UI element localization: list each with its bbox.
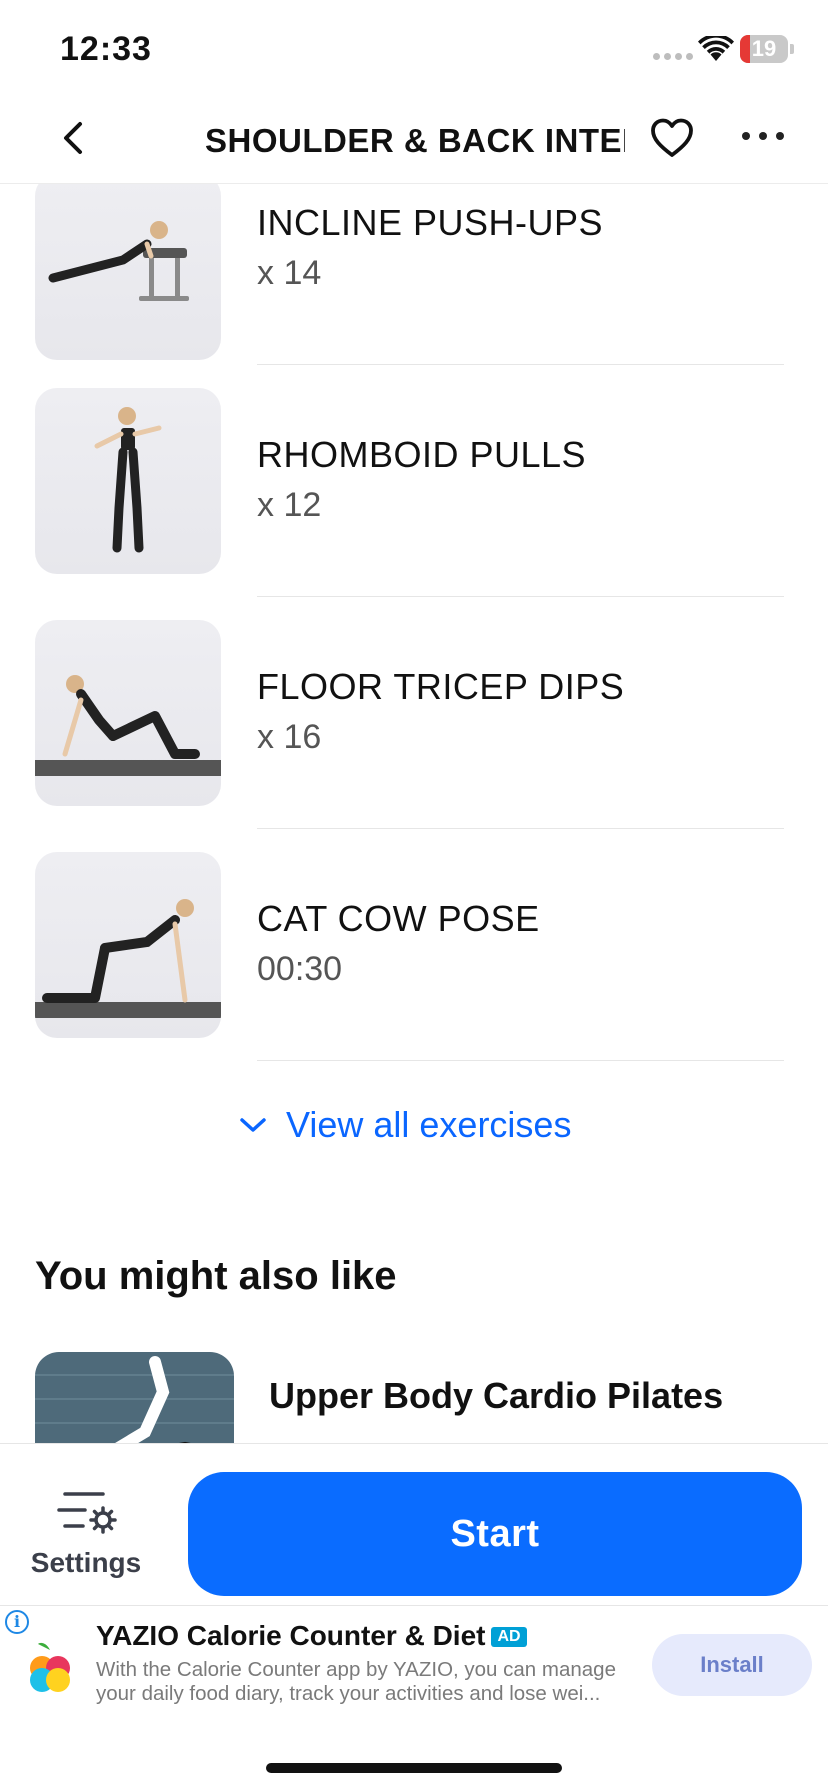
exercise-name: RHOMBOID PULLS — [257, 434, 587, 475]
home-indicator[interactable] — [266, 1763, 562, 1773]
exercise-thumbnail — [35, 388, 221, 574]
exercise-name: CAT COW POSE — [257, 898, 540, 939]
exercise-thumbnail — [35, 852, 221, 1038]
exercise-item[interactable]: RHOMBOID PULLS x 12 — [0, 388, 828, 620]
recommendation-title[interactable]: Upper Body Cardio Pilates — [269, 1375, 723, 1417]
chevron-down-icon — [240, 1118, 266, 1132]
settings-button[interactable]: Settings — [22, 1484, 150, 1584]
exercise-reps: 00:30 — [257, 950, 343, 988]
wifi-icon — [698, 36, 734, 61]
status-time: 12:33 — [60, 30, 152, 68]
exercise-reps: x 14 — [257, 254, 322, 292]
exercise-item[interactable]: INCLINE PUSH-UPS x 14 — [0, 174, 828, 416]
exercise-name: FLOOR TRICEP DIPS — [257, 666, 625, 707]
settings-list-icon — [57, 1492, 117, 1534]
settings-label: Settings — [30, 1547, 142, 1578]
navigation-bar: SHOULDER & BACK INTER... — [0, 96, 828, 184]
battery-level: 19 — [751, 36, 777, 61]
ad-badge: AD — [491, 1627, 527, 1647]
start-button[interactable]: Start — [188, 1472, 802, 1596]
exercise-reps: x 12 — [257, 486, 322, 524]
ad-description: With the Calorie Counter app by YAZIO, y… — [96, 1658, 616, 1705]
divider — [257, 1060, 784, 1061]
cellular-signal-icon — [653, 53, 693, 60]
ad-banner[interactable]: i YAZIO Calorie Counter & Diet AD With th… — [0, 1605, 828, 1735]
battery-icon: 19 — [740, 35, 788, 63]
exercise-reps: x 16 — [257, 718, 322, 756]
exercise-thumbnail — [35, 174, 221, 360]
status-bar: 12:33 19 — [0, 0, 828, 96]
install-button[interactable]: Install — [652, 1634, 812, 1696]
exercise-thumbnail — [35, 620, 221, 806]
divider — [257, 828, 784, 829]
divider — [257, 364, 784, 365]
section-title: You might also like — [35, 1254, 397, 1298]
ellipsis-icon[interactable] — [742, 126, 790, 146]
heart-icon[interactable] — [648, 114, 696, 162]
chevron-left-icon[interactable] — [52, 116, 96, 160]
divider — [257, 596, 784, 597]
ad-title-text: YAZIO Calorie Counter & Diet — [96, 1620, 486, 1651]
exercise-name: INCLINE PUSH-UPS — [257, 202, 604, 243]
info-icon[interactable]: i — [5, 1610, 29, 1634]
yazio-logo-icon — [30, 1642, 70, 1692]
bottom-action-bar: Settings Start — [0, 1443, 828, 1605]
page-title: SHOULDER & BACK INTER... — [205, 122, 625, 159]
exercise-item[interactable]: CAT COW POSE 00:30 — [0, 852, 828, 1084]
view-all-label: View all exercises — [286, 1104, 572, 1145]
view-all-exercises-button[interactable]: View all exercises — [238, 1100, 571, 1150]
ad-title: YAZIO Calorie Counter & Diet AD — [96, 1620, 527, 1652]
exercise-item[interactable]: FLOOR TRICEP DIPS x 16 — [0, 620, 828, 852]
battery-tip — [790, 44, 794, 54]
